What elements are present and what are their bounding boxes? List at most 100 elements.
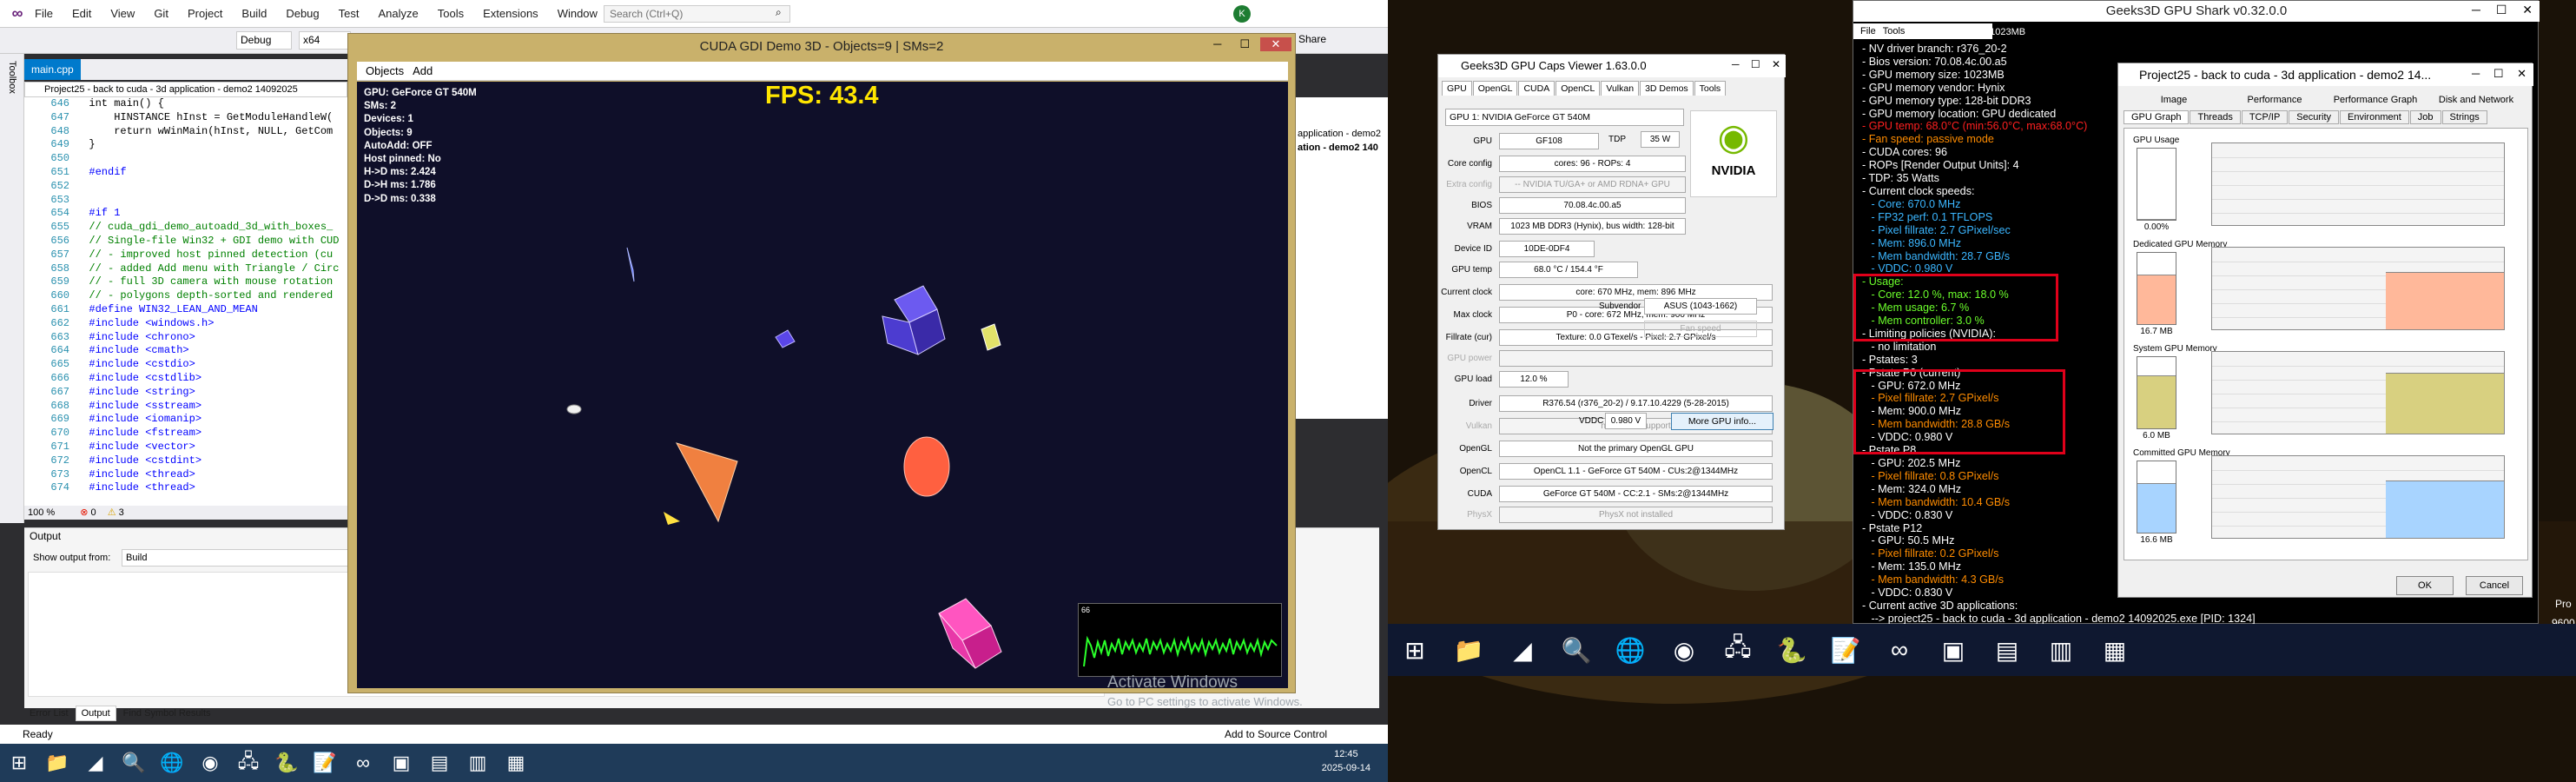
file-explorer-icon-2[interactable]: 📁 <box>1442 626 1496 673</box>
bottom-tab-error-list[interactable]: Error List <box>24 706 74 720</box>
gpu-shark-icon-2[interactable]: ▦ <box>2088 626 2142 673</box>
python-icon-2[interactable]: 🐍 <box>1765 626 1819 673</box>
user-avatar[interactable]: K <box>1233 5 1251 23</box>
caps-tab-opengl[interactable]: OpenGL <box>1472 81 1518 96</box>
caps-close-button[interactable]: ✕ <box>1772 58 1780 70</box>
process-tab-environment[interactable]: Environment <box>2340 110 2409 124</box>
process-tab-image[interactable]: Image <box>2124 95 2224 105</box>
tiny-yellow-triangle[interactable] <box>664 512 680 525</box>
process-tab-job[interactable]: Job <box>2409 110 2441 124</box>
code-editor[interactable]: 646 int main() {647 HINSTANCE hInst = Ge… <box>24 97 347 506</box>
maximize-button[interactable]: ☐ <box>1232 37 1257 51</box>
cuda-demo-icon-2[interactable]: ▣ <box>1926 626 1980 673</box>
notepad-icon[interactable]: 📝 <box>306 746 344 780</box>
orange-triangle-object[interactable] <box>675 442 738 523</box>
caps-tab-3d-demos[interactable]: 3D Demos <box>1640 81 1694 96</box>
menu-item-edit[interactable]: Edit <box>72 7 91 20</box>
menu-item-tools[interactable]: Tools <box>438 7 464 20</box>
gpu-caps-icon[interactable]: ▥ <box>459 746 497 780</box>
error-count[interactable]: 0 <box>91 507 96 518</box>
process-tab-performance[interactable]: Performance <box>2224 95 2325 105</box>
menu-item-view[interactable]: View <box>110 7 135 20</box>
shark-minimize-button[interactable]: ─ <box>2472 3 2480 17</box>
start-button-2[interactable]: ⊞ <box>1388 626 1442 673</box>
bottom-tab-output[interactable]: Output <box>75 706 116 721</box>
process-tab-tcp-ip[interactable]: TCP/IP <box>2241 110 2289 124</box>
small-box-object[interactable] <box>775 329 796 348</box>
caps-tab-cuda[interactable]: CUDA <box>1518 81 1556 96</box>
process-tab-disk-and-network[interactable]: Disk and Network <box>2426 95 2526 105</box>
process-tab-strings[interactable]: Strings <box>2441 110 2487 124</box>
gpu-select-dropdown[interactable]: GPU 1: NVIDIA GeForce GT 540M <box>1445 109 1684 126</box>
caps-minimize-button[interactable]: ─ <box>1732 58 1740 70</box>
console-icon[interactable]: ▤ <box>420 746 459 780</box>
process-tab-gpu-graph[interactable]: GPU Graph <box>2124 110 2190 124</box>
tab-main-cpp[interactable]: main.cpp <box>24 59 81 80</box>
bottom-tab-find-symbol-results[interactable]: Find Symbol Results <box>118 706 216 720</box>
search-app-icon-2[interactable]: 🔍 <box>1549 626 1603 673</box>
process-maximize-button[interactable]: ☐ <box>2493 67 2504 80</box>
source-control-button[interactable]: Add to Source Control <box>1225 725 1327 744</box>
white-pill-object[interactable] <box>566 404 582 414</box>
taskbar-clock[interactable]: 12:45 2025-09-14 <box>1322 747 1371 775</box>
network-icon[interactable]: 🖧 <box>229 746 268 780</box>
menu-item-window[interactable]: Window <box>558 7 598 20</box>
yellow-cylinder-object[interactable] <box>981 323 1001 351</box>
cuda-menu-add[interactable]: Add <box>413 64 433 77</box>
shark-close-button[interactable]: ✕ <box>2522 3 2533 17</box>
platform-dropdown[interactable]: x64 <box>299 31 351 50</box>
file-explorer-icon[interactable]: 📁 <box>38 746 76 780</box>
scene-objects[interactable] <box>357 82 1288 688</box>
red-cylinder-object[interactable] <box>903 436 950 497</box>
shark-menu-file[interactable]: File <box>1860 26 1876 36</box>
process-tab-security[interactable]: Security <box>2289 110 2340 124</box>
process-tab-performance-graph[interactable]: Performance Graph <box>2325 95 2426 105</box>
python-icon[interactable]: 🐍 <box>268 746 306 780</box>
process-minimize-button[interactable]: ─ <box>2472 67 2480 80</box>
gpu-shark-icon[interactable]: ▦ <box>497 746 535 780</box>
process-close-button[interactable]: ✕ <box>2517 67 2526 80</box>
close-button[interactable]: ✕ <box>1260 37 1291 51</box>
render-canvas[interactable]: GPU: GeForce GT 540M SMs: 2 Devices: 1 Obje… <box>357 82 1288 688</box>
menu-item-debug[interactable]: Debug <box>286 7 319 20</box>
visual-studio-icon-2[interactable]: ∞ <box>1873 626 1926 673</box>
share-button[interactable]: Share <box>1298 33 1326 45</box>
ok-button[interactable]: OK <box>2396 576 2454 595</box>
gpu-caps-icon-2[interactable]: ▥ <box>2034 626 2088 673</box>
menu-item-git[interactable]: Git <box>154 7 168 20</box>
config-dropdown[interactable]: Debug <box>236 31 292 50</box>
cancel-button[interactable]: Cancel <box>2466 576 2523 595</box>
caps-tab-vulkan[interactable]: Vulkan <box>1601 81 1640 96</box>
chrome-icon-2[interactable]: ◉ <box>1657 626 1711 673</box>
shark-maximize-button[interactable]: ☐ <box>2496 3 2507 17</box>
notepad-icon-2[interactable]: 📝 <box>1819 626 1873 673</box>
menu-item-build[interactable]: Build <box>241 7 267 20</box>
shark-menu-tools[interactable]: Tools <box>1883 26 1906 36</box>
caps-maximize-button[interactable]: ☐ <box>1751 58 1760 70</box>
project-dropdown[interactable]: Project25 - back to cuda - 3d applicatio… <box>24 82 347 97</box>
start-button[interactable]: ⊞ <box>0 746 38 780</box>
caps-tab-gpu[interactable]: GPU <box>1442 81 1472 96</box>
output-source-dropdown[interactable]: Build <box>122 549 356 567</box>
menu-item-test[interactable]: Test <box>339 7 360 20</box>
process-tab-threads[interactable]: Threads <box>2190 110 2241 124</box>
app-icon-2[interactable]: ◢ <box>1496 626 1549 673</box>
menu-item-extensions[interactable]: Extensions <box>483 7 538 20</box>
app-icon-1[interactable]: ◢ <box>76 746 115 780</box>
cuda-menu-objects[interactable]: Objects <box>366 64 404 77</box>
search-app-icon[interactable]: 🔍 <box>115 746 153 780</box>
caps-tab-opencl[interactable]: OpenCL <box>1556 81 1601 96</box>
edge-icon[interactable]: 🌐 <box>153 746 191 780</box>
vs-search-box[interactable]: Search (Ctrl+Q) <box>604 5 790 23</box>
menu-item-project[interactable]: Project <box>188 7 222 20</box>
menu-item-analyze[interactable]: Analyze <box>378 7 418 20</box>
visual-studio-icon[interactable]: ∞ <box>344 746 382 780</box>
chrome-icon[interactable]: ◉ <box>191 746 229 780</box>
more-gpu-info-button[interactable]: More GPU info... <box>1671 413 1773 430</box>
toolbox-strip[interactable]: Toolbox <box>0 54 24 523</box>
edge-icon-2[interactable]: 🌐 <box>1603 626 1657 673</box>
sliver-triangle-object[interactable] <box>626 247 635 282</box>
console-icon-2[interactable]: ▤ <box>1980 626 2034 673</box>
zoom-level[interactable]: 100 % <box>28 507 55 518</box>
minimize-button[interactable]: ─ <box>1205 37 1230 50</box>
